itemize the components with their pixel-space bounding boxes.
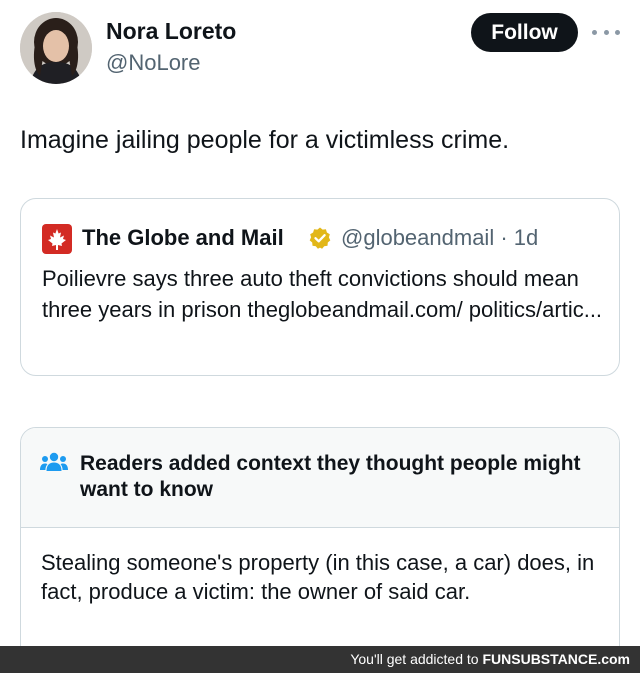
avatar-photo — [20, 12, 92, 84]
watermark-brand: FUNSUBSTANCE.com — [482, 651, 630, 667]
community-note-header: Readers added context they thought peopl… — [21, 428, 619, 528]
watermark-bar: You'll get addicted to FUNSUBSTANCE.com — [0, 646, 640, 673]
author-avatar[interactable] — [20, 12, 92, 84]
people-group-icon — [40, 451, 68, 475]
maple-leaf-icon — [42, 224, 72, 254]
quoted-tweet-card[interactable]: The Globe and Mail @globeandmail · 1d Po… — [20, 198, 620, 376]
watermark-prefix: You'll get addicted to — [350, 651, 483, 667]
follow-button[interactable]: Follow — [471, 13, 578, 52]
community-note-title: Readers added context they thought peopl… — [80, 452, 581, 501]
more-horizontal-icon[interactable] — [592, 22, 620, 42]
more-dot — [615, 29, 620, 35]
quoted-tweet-text: Poilievre says three auto theft convicti… — [42, 266, 603, 322]
gold-verified-badge-icon — [308, 226, 332, 250]
author-handle[interactable]: @NoLore — [106, 50, 201, 76]
tweet-text: Imagine jailing people for a victimless … — [20, 126, 510, 154]
quoted-handle-time[interactable]: @globeandmail · 1d — [341, 225, 538, 251]
quoted-author-name[interactable]: The Globe and Mail — [82, 225, 284, 251]
community-note: Readers added context they thought peopl… — [20, 427, 620, 673]
community-note-body: Stealing someone's property (in this cas… — [41, 550, 595, 604]
author-name[interactable]: Nora Loreto — [106, 18, 236, 45]
watermark-text: You'll get addicted to FUNSUBSTANCE.com — [350, 651, 630, 667]
more-dot — [603, 29, 609, 35]
tweet-header: Nora Loreto @NoLore Follow — [0, 0, 640, 100]
more-dot — [592, 29, 597, 35]
